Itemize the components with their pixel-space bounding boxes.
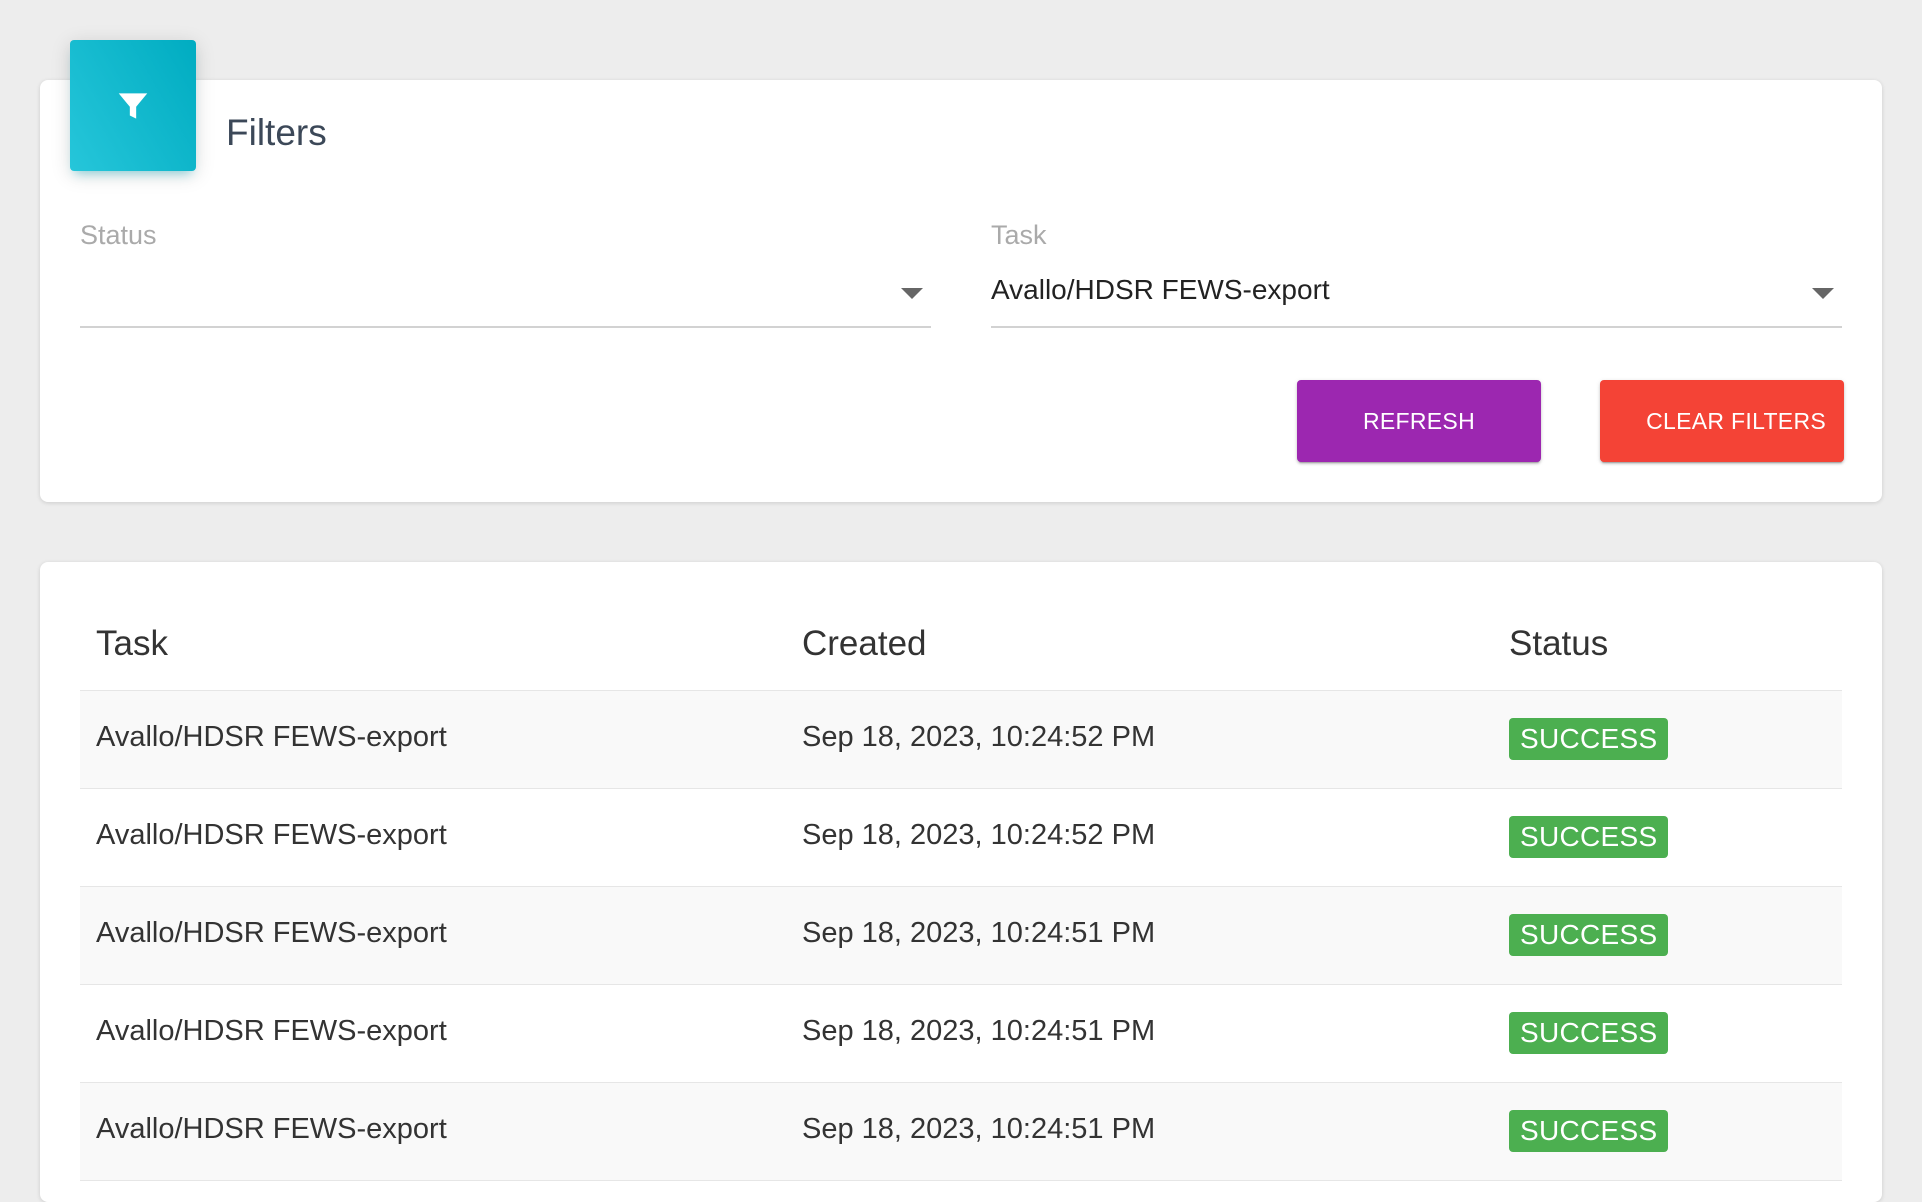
filter-badge xyxy=(70,40,196,171)
table-row[interactable]: Avallo/HDSR FEWS-export Sep 18, 2023, 10… xyxy=(80,985,1842,1083)
header-task: Task xyxy=(96,624,168,663)
filters-card: Filters Status Task Avallo/HDSR FEWS-exp… xyxy=(40,40,1882,502)
filter-icon xyxy=(118,92,148,119)
row-created: Sep 18, 2023, 10:24:52 PM xyxy=(802,819,1156,851)
status-filter-label: Status xyxy=(80,220,157,250)
dropdown-arrow-icon xyxy=(901,288,923,299)
row-created: Sep 18, 2023, 10:24:52 PM xyxy=(802,721,1156,753)
header-status: Status xyxy=(1509,624,1609,663)
task-select-value: Avallo/HDSR FEWS-export xyxy=(991,274,1330,305)
status-badge: SUCCESS xyxy=(1509,718,1669,760)
table-row[interactable]: Avallo/HDSR FEWS-export Sep 18, 2023, 10… xyxy=(80,887,1842,985)
table-row[interactable]: Avallo/HDSR FEWS-export Sep 18, 2023, 10… xyxy=(80,1083,1842,1181)
status-badge: SUCCESS xyxy=(1509,816,1669,858)
row-created: Sep 18, 2023, 10:24:51 PM xyxy=(802,917,1156,949)
table-row[interactable]: Avallo/HDSR FEWS-export Sep 18, 2023, 10… xyxy=(80,789,1842,887)
dropdown-arrow-icon xyxy=(1812,288,1834,299)
status-badge: SUCCESS xyxy=(1509,914,1669,956)
row-task: Avallo/HDSR FEWS-export xyxy=(96,1113,447,1145)
refresh-button[interactable]: REFRESH xyxy=(1297,380,1541,462)
row-created: Sep 18, 2023, 10:24:51 PM xyxy=(802,1015,1156,1047)
status-badge: SUCCESS xyxy=(1509,1012,1669,1054)
status-select[interactable] xyxy=(80,266,931,328)
filters-title: Filters xyxy=(226,112,327,153)
task-filter: Task Avallo/HDSR FEWS-export xyxy=(991,220,1842,328)
clear-filters-button[interactable]: CLEAR FILTERS xyxy=(1600,380,1844,462)
status-filter: Status xyxy=(80,220,931,328)
header-created: Created xyxy=(802,624,927,663)
tasks-table: Task Created Status Avallo/HDSR FEWS-exp… xyxy=(80,562,1842,1181)
task-select[interactable]: Avallo/HDSR FEWS-export xyxy=(991,266,1842,328)
table-header: Task Created Status xyxy=(80,562,1842,691)
row-task: Avallo/HDSR FEWS-export xyxy=(96,1015,447,1047)
row-task: Avallo/HDSR FEWS-export xyxy=(96,721,447,753)
table-row[interactable]: Avallo/HDSR FEWS-export Sep 18, 2023, 10… xyxy=(80,691,1842,789)
tasks-table-card: Task Created Status Avallo/HDSR FEWS-exp… xyxy=(40,562,1882,1202)
row-task: Avallo/HDSR FEWS-export xyxy=(96,819,447,851)
task-filter-label: Task xyxy=(991,220,1047,250)
status-badge: SUCCESS xyxy=(1509,1110,1669,1152)
row-created: Sep 18, 2023, 10:24:51 PM xyxy=(802,1113,1156,1145)
row-task: Avallo/HDSR FEWS-export xyxy=(96,917,447,949)
